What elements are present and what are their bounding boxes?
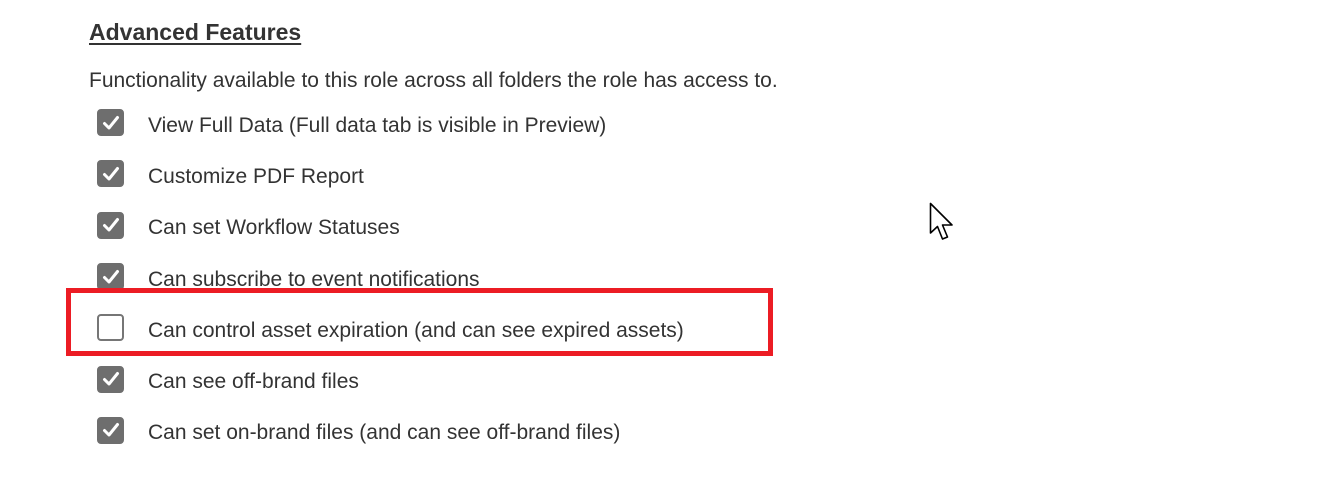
checkbox-set-workflow-statuses[interactable] xyxy=(97,211,124,239)
feature-label: View Full Data (Full data tab is visible… xyxy=(148,113,607,137)
feature-item-view-full-data: View Full Data (Full data tab is visible… xyxy=(97,97,684,148)
section-description: Functionality available to this role acr… xyxy=(89,69,778,92)
checkbox-event-notifications[interactable] xyxy=(97,263,124,291)
feature-item-asset-expiration: Can control asset expiration (and can se… xyxy=(97,302,684,353)
feature-label: Customize PDF Report xyxy=(148,164,364,188)
feature-item-customize-pdf-report: Customize PDF Report xyxy=(97,148,684,199)
checkmark-icon xyxy=(102,269,119,284)
mouse-pointer-icon xyxy=(929,202,953,240)
checkmark-icon xyxy=(102,218,119,232)
feature-item-set-on-brand-files: Can set on-brand files (and can see off-… xyxy=(97,405,684,456)
checkmark-icon xyxy=(102,423,119,437)
checkmark-icon xyxy=(102,166,119,181)
checkbox-customize-pdf-report[interactable] xyxy=(97,160,124,188)
section-title: Advanced Features xyxy=(89,19,302,45)
feature-item-event-notifications: Can subscribe to event notifications xyxy=(97,251,684,302)
feature-label: Can see off-brand files xyxy=(148,370,359,394)
checkbox-see-off-brand-files[interactable] xyxy=(97,365,124,393)
feature-label: Can set on-brand files (and can see off-… xyxy=(148,421,621,445)
feature-label: Can set Workflow Statuses xyxy=(148,216,400,240)
checkbox-view-full-data[interactable] xyxy=(97,109,124,137)
feature-item-set-workflow-statuses: Can set Workflow Statuses xyxy=(97,200,684,251)
feature-checkbox-list: View Full Data (Full data tab is visible… xyxy=(97,97,684,456)
checkbox-asset-expiration[interactable] xyxy=(97,314,124,342)
feature-label: Can subscribe to event notifications xyxy=(148,267,480,291)
feature-label: Can control asset expiration (and can se… xyxy=(148,318,684,342)
checkmark-icon xyxy=(102,372,119,386)
checkbox-set-on-brand-files[interactable] xyxy=(97,416,124,444)
checkmark-icon xyxy=(102,115,119,130)
feature-item-see-off-brand-files: Can see off-brand files xyxy=(97,353,684,404)
